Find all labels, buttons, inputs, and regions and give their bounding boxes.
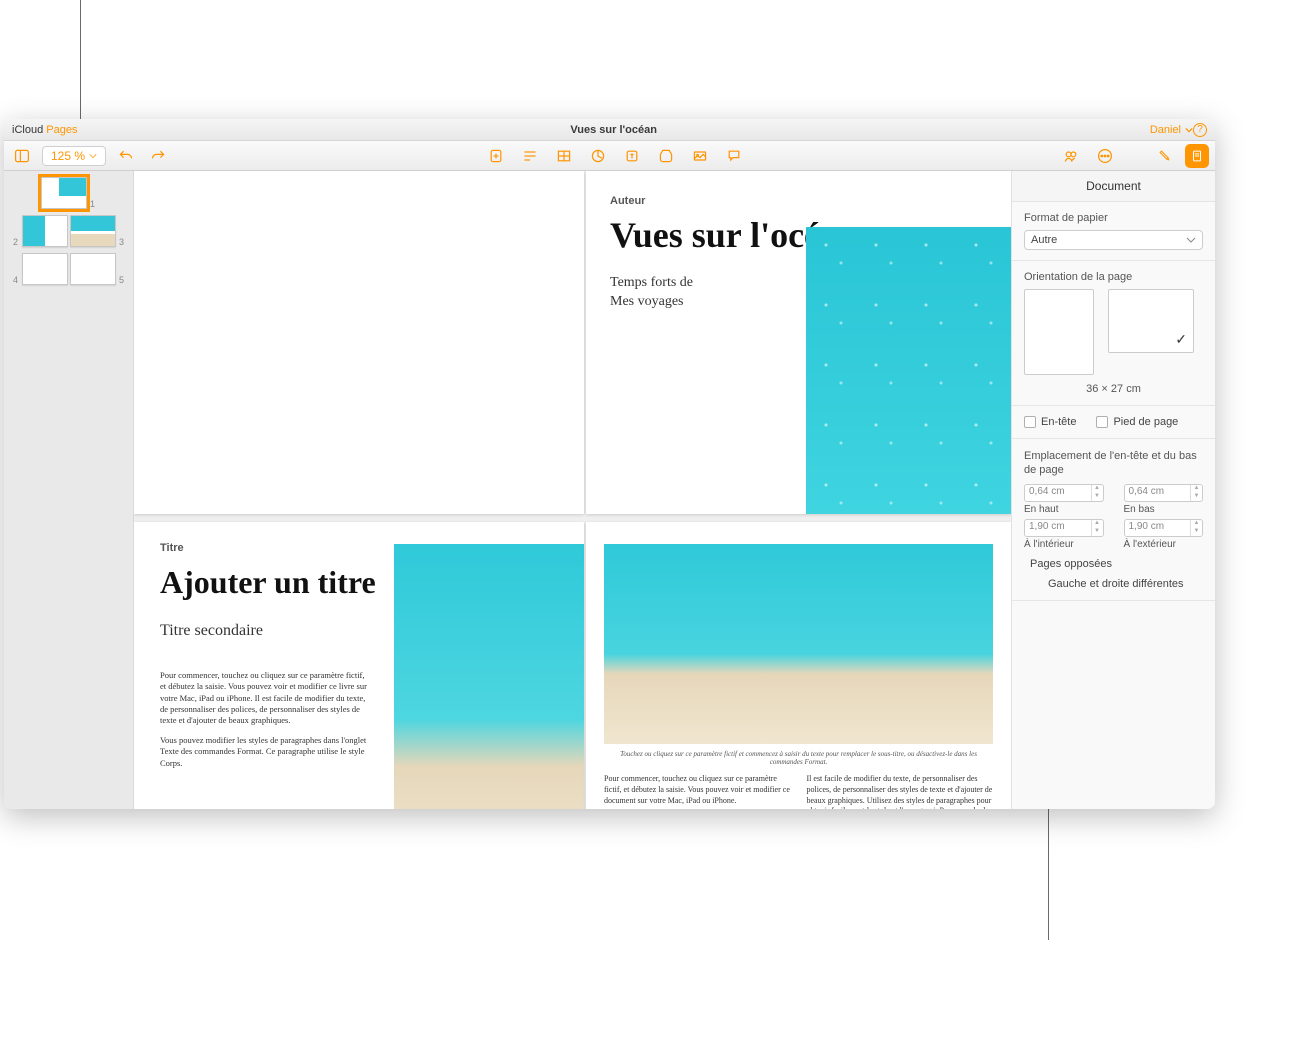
format-inspector-button[interactable] (1153, 144, 1177, 168)
body-column-2[interactable]: Il est facile de modifier du texte, de p… (807, 774, 994, 809)
insert-button[interactable] (518, 144, 542, 168)
shape-button[interactable] (654, 144, 678, 168)
titlebar: iCloud Pages Vues sur l'océan Daniel ? (4, 119, 1215, 141)
thumbnail-page-2[interactable] (22, 215, 68, 247)
add-page-button[interactable] (484, 144, 508, 168)
margin-inside-input[interactable]: 1,90 cm▲▼ (1024, 519, 1104, 537)
zoom-dropdown[interactable]: 125 % (42, 146, 106, 166)
wide-beach-image[interactable] (604, 544, 993, 744)
chevron-down-icon (1186, 235, 1196, 245)
paper-format-value: Autre (1031, 234, 1057, 246)
page-number: 5 (118, 275, 126, 285)
app-window: iCloud Pages Vues sur l'océan Daniel ? 1… (4, 119, 1215, 809)
body-paragraph[interactable]: Vous pouvez modifier les styles de parag… (160, 735, 370, 769)
inspector-tab-document[interactable]: Document (1012, 171, 1215, 202)
orientation-landscape[interactable] (1108, 289, 1194, 353)
media-button[interactable] (688, 144, 712, 168)
page-number: 4 (12, 275, 20, 285)
document-title: Vues sur l'océan (77, 124, 1149, 136)
comment-button[interactable] (722, 144, 746, 168)
orientation-label: Orientation de la page (1024, 271, 1203, 283)
margin-bottom-input[interactable]: 0,64 cm▲▼ (1124, 484, 1204, 502)
beach-image[interactable] (394, 544, 584, 809)
paper-format-label: Format de papier (1024, 212, 1203, 224)
page-number: 2 (12, 237, 20, 247)
margin-outside-input[interactable]: 1,90 cm▲▼ (1124, 519, 1204, 537)
margin-bottom-label: En bas (1124, 504, 1204, 515)
page-number: 1 (89, 199, 97, 209)
undo-button[interactable] (114, 144, 138, 168)
page-dimensions: 36 × 27 cm (1024, 383, 1203, 395)
page-2[interactable]: Titre Ajouter un titre Titre secondaire … (134, 522, 584, 809)
thumbnail-page-5[interactable] (70, 253, 116, 285)
margin-inside-label: À l'intérieur (1024, 539, 1104, 550)
more-button[interactable] (1093, 144, 1117, 168)
table-button[interactable] (552, 144, 576, 168)
text-button[interactable] (620, 144, 644, 168)
zoom-value: 125 % (51, 149, 85, 163)
user-menu[interactable]: Daniel (1150, 124, 1193, 136)
document-canvas[interactable]: Auteur Vues sur l'océan Temps forts de M… (134, 171, 1011, 809)
chevron-down-icon (1185, 126, 1193, 134)
hf-position-label: Emplacement de l'en-tête et du bas de pa… (1024, 449, 1203, 478)
thumbnails-panel: 1 2 3 4 5 (4, 171, 134, 809)
page-3[interactable]: Touchez ou cliquez sur ce paramètre fict… (586, 522, 1011, 809)
cover-image[interactable] (806, 227, 1011, 514)
chevron-down-icon (89, 152, 97, 160)
brand-suffix: Pages (46, 124, 77, 136)
page-number: 3 (118, 237, 126, 247)
document-inspector-button[interactable] (1185, 144, 1209, 168)
help-icon[interactable]: ? (1193, 123, 1207, 137)
orientation-portrait[interactable] (1024, 289, 1094, 375)
header-checkbox[interactable]: En-tête (1024, 416, 1076, 428)
footer-checkbox[interactable]: Pied de page (1096, 416, 1178, 428)
different-lr-checkbox[interactable]: Gauche et droite différentes (1042, 578, 1203, 590)
inspector-panel: Document Format de papier Autre Orientat… (1011, 171, 1215, 809)
margin-outside-label: À l'extérieur (1124, 539, 1204, 550)
paper-format-select[interactable]: Autre (1024, 230, 1203, 250)
user-name: Daniel (1150, 124, 1181, 136)
insert-group (484, 144, 746, 168)
author-label: Auteur (610, 195, 1011, 207)
page-blank-left[interactable] (134, 171, 584, 514)
redo-button[interactable] (146, 144, 170, 168)
thumbnail-page-1[interactable] (41, 177, 87, 209)
toolbar: 125 % (4, 141, 1215, 171)
body-column-1[interactable]: Pour commencer, touchez ou cliquez sur c… (604, 774, 791, 809)
facing-pages-checkbox[interactable]: Pages opposées (1024, 558, 1203, 570)
page-cover[interactable]: Auteur Vues sur l'océan Temps forts de M… (586, 171, 1011, 514)
brand-prefix: iCloud (12, 124, 46, 136)
sidebar-toggle-button[interactable] (10, 144, 34, 168)
chart-button[interactable] (586, 144, 610, 168)
image-caption[interactable]: Touchez ou cliquez sur ce paramètre fict… (604, 750, 993, 766)
brand: iCloud Pages (12, 124, 77, 136)
thumbnail-page-4[interactable] (22, 253, 68, 285)
body-paragraph[interactable]: Pour commencer, touchez ou cliquez sur c… (160, 670, 370, 727)
margin-top-input[interactable]: 0,64 cm▲▼ (1024, 484, 1104, 502)
thumbnail-page-3[interactable] (70, 215, 116, 247)
collaborate-button[interactable] (1059, 144, 1083, 168)
margin-top-label: En haut (1024, 504, 1104, 515)
callout-line-top (80, 0, 81, 119)
